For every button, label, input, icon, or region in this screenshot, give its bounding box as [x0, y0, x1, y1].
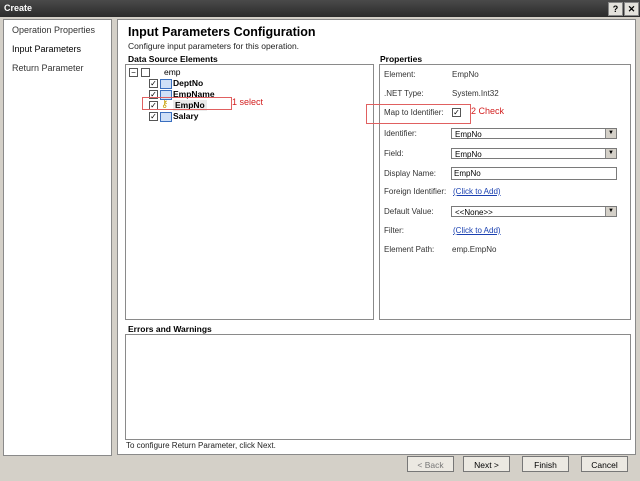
identifier-select-value: EmpNo	[455, 130, 482, 139]
dialog-body: Operation Properties Input Parameters Re…	[0, 17, 640, 481]
element-label: Element:	[384, 70, 416, 79]
element-path-label: Element Path:	[384, 245, 435, 254]
annotation-box-select	[142, 97, 232, 110]
page-subtitle: Configure input parameters for this oper…	[128, 41, 300, 51]
errors-panel	[125, 334, 631, 440]
page-title: Input Parameters Configuration	[128, 25, 316, 39]
display-name-label: Display Name:	[384, 169, 437, 178]
properties-title: Properties	[380, 54, 423, 64]
data-source-elements-title: Data Source Elements	[128, 54, 218, 64]
help-button[interactable]: ?	[608, 2, 623, 16]
filter-link[interactable]: (Click to Add)	[453, 226, 501, 235]
title-bar: Create ? ✕	[0, 0, 640, 17]
nav-item-input-parameters[interactable]: Input Parameters	[12, 44, 81, 54]
chevron-down-icon: ▼	[605, 129, 616, 138]
display-name-input[interactable]: EmpNo	[451, 167, 617, 180]
default-value-label: Default Value:	[384, 207, 434, 216]
field-select-value: EmpNo	[455, 150, 482, 159]
annotation-select: 1 select	[232, 97, 264, 107]
nav-item-operation-properties[interactable]: Operation Properties	[12, 25, 95, 35]
filter-label: Filter:	[384, 226, 404, 235]
properties-panel: Element: EmpNo .NET Type: System.Int32 M…	[379, 64, 631, 320]
footer-hint: To configure Return Parameter, click Nex…	[126, 441, 276, 450]
element-value: EmpNo	[452, 70, 479, 79]
identifier-label: Identifier:	[384, 129, 417, 138]
default-value-select[interactable]: <<None>> ▼	[451, 206, 617, 217]
errors-title: Errors and Warnings	[128, 324, 212, 334]
field-select[interactable]: EmpNo ▼	[451, 148, 617, 159]
element-path-value: emp.EmpNo	[452, 245, 497, 254]
deptno-checkbox[interactable]: ✓	[149, 79, 158, 88]
tree-root-label: emp	[164, 67, 181, 77]
finish-button[interactable]: Finish	[522, 456, 569, 472]
foreign-identifier-link[interactable]: (Click to Add)	[453, 187, 501, 196]
default-value-select-value: <<None>>	[455, 208, 493, 217]
next-button[interactable]: Next >	[463, 456, 510, 472]
chevron-down-icon: ▼	[605, 207, 616, 216]
nettype-value: System.Int32	[452, 89, 499, 98]
tree-item-salary[interactable]: ✓ Salary	[146, 111, 266, 122]
tree-item-deptno[interactable]: ✓ DeptNo	[146, 78, 266, 89]
annotation-box-check	[366, 104, 471, 124]
left-navigation: Operation Properties Input Parameters Re…	[3, 19, 112, 456]
main-content: Input Parameters Configuration Configure…	[117, 19, 636, 455]
close-button[interactable]: ✕	[624, 2, 639, 16]
collapse-icon[interactable]: −	[129, 68, 138, 77]
nettype-label: .NET Type:	[384, 89, 424, 98]
chevron-down-icon: ▼	[605, 149, 616, 158]
identifier-select[interactable]: EmpNo ▼	[451, 128, 617, 139]
salary-checkbox[interactable]: ✓	[149, 112, 158, 121]
back-button[interactable]: < Back	[407, 456, 454, 472]
window-title: Create	[4, 3, 33, 13]
column-icon	[160, 112, 172, 122]
tree-item-label: DeptNo	[173, 78, 204, 88]
field-label: Field:	[384, 149, 404, 158]
tree-item-label: Salary	[173, 111, 199, 121]
foreign-identifier-label: Foreign Identifier:	[384, 187, 447, 196]
annotation-check: 2 Check	[471, 106, 505, 116]
root-checkbox[interactable]	[141, 68, 150, 77]
cancel-button[interactable]: Cancel	[581, 456, 628, 472]
nav-item-return-parameter[interactable]: Return Parameter	[12, 63, 84, 73]
column-icon	[160, 79, 172, 89]
tree-root-emp[interactable]: − emp	[129, 67, 249, 78]
